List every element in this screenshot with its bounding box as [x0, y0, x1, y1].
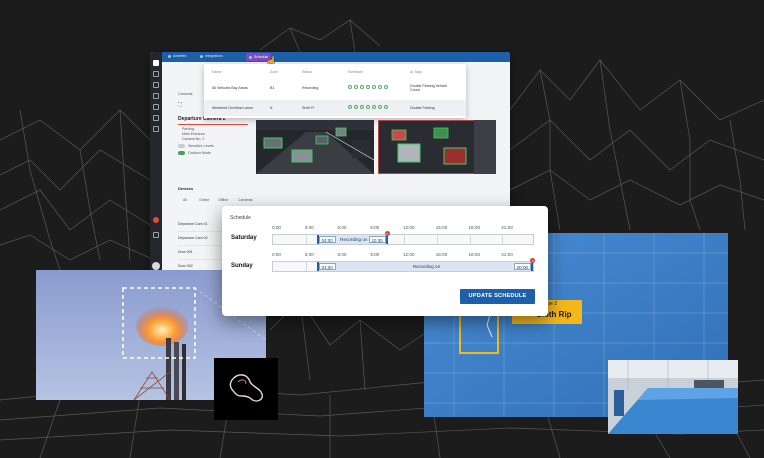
avatar[interactable] [152, 262, 160, 270]
dropdown-header: Name Zone Status Schedule AI Tags [212, 70, 422, 74]
time-label: 12:00 [403, 225, 415, 230]
camera-icon[interactable] [153, 71, 159, 77]
hour-tick [305, 262, 307, 271]
time-label: 21:00 [501, 252, 513, 257]
remove-block-icon[interactable]: × [529, 258, 535, 263]
home-icon[interactable] [153, 60, 159, 66]
time-label: 12:00 [403, 252, 415, 257]
schedule-card: Schedule 0:00 3:00 6:00 9:00 12:00 15:00… [222, 206, 548, 316]
table-row[interactable]: Door 001 [178, 246, 222, 260]
sidebar [150, 52, 162, 284]
schedule-block[interactable]: 04:00 Recording on 00:00 × [316, 258, 535, 271]
toggle-label-1: Sensitive Levels [188, 144, 214, 148]
settings-icon[interactable] [153, 126, 159, 132]
day-label-sunday: Sunday [231, 263, 253, 269]
schedule-track-sunday[interactable]: 04:00 Recording on 00:00 × [272, 258, 535, 272]
time-label: 6:00 [337, 225, 347, 230]
time-label: 9:00 [370, 225, 380, 230]
time-label: 21:00 [501, 225, 513, 230]
time-label: 9:00 [370, 252, 380, 257]
list-icon[interactable] [153, 104, 159, 110]
panel-meta-3: Camera No. 2 [182, 137, 205, 141]
toggle-label-2: Outdoor Mode [188, 151, 211, 155]
device-tab-offline[interactable]: Offline [218, 198, 228, 202]
end-time-chip[interactable]: 10:30 [368, 236, 386, 243]
panel-meta-1: Parking [182, 127, 195, 131]
camera-glyph: ⛶ [178, 102, 182, 108]
day-label-saturday: Saturday [231, 235, 257, 241]
tab-integrations[interactable]: Integrations [200, 54, 223, 58]
dropdown-row[interactable]: All Vehicles Bay Areas B1 Recording Doub… [204, 82, 466, 96]
top-tab-bar: Activities Integrations Schedule ☝ [162, 52, 510, 68]
device-tab-cameras[interactable]: Cameras [238, 198, 253, 202]
time-label: 18:00 [468, 225, 481, 230]
weekday-dots [348, 105, 390, 110]
status-label: Recording on [340, 237, 368, 242]
time-label: 0:00 [272, 225, 281, 230]
schedule-title: Schedule [230, 215, 251, 221]
status-label: Recording on [412, 264, 441, 269]
devices-title: Devices [178, 186, 194, 191]
camera-feed-1[interactable] [256, 120, 374, 174]
tab-activities[interactable]: Activities [168, 54, 186, 58]
weekday-dots [348, 85, 390, 90]
camera-feed-2[interactable] [378, 120, 496, 174]
alert-icon[interactable] [153, 217, 159, 223]
toggle-outdoor[interactable] [178, 151, 185, 155]
time-label: 3:00 [304, 225, 314, 230]
tools-icon[interactable] [153, 93, 159, 99]
device-tab-all[interactable]: All [183, 198, 187, 202]
hour-tick [305, 235, 307, 244]
time-label: 15:00 [435, 225, 448, 230]
remove-block-icon[interactable]: × [384, 231, 390, 236]
time-label: 3:00 [304, 252, 314, 257]
panel-meta-2: Main Entrance [182, 132, 206, 136]
breadcrumb[interactable]: Cameras [178, 92, 193, 96]
toggle-sensitive[interactable] [178, 144, 185, 148]
hour-tick [436, 235, 438, 244]
start-time-chip[interactable]: 04:00 [318, 236, 336, 243]
table-row[interactable]: Departure Cam 02 [178, 232, 222, 246]
schedule-track-saturday[interactable]: 04:00 Recording on 10:30 × [272, 231, 534, 245]
schedule-dropdown: Name Zone Status Schedule AI Tags All Ve… [204, 64, 466, 118]
chart-icon[interactable] [153, 115, 159, 121]
flame-mask-inset [214, 358, 278, 420]
end-time-chip[interactable]: 00:00 [513, 263, 531, 270]
schedule-block[interactable]: 04:00 Recording on 10:30 × [316, 231, 390, 244]
start-time-chip[interactable]: 04:00 [318, 263, 336, 270]
hour-tick [502, 235, 504, 244]
update-schedule-button[interactable]: UPDATE SCHEDULE [460, 289, 535, 304]
hour-tick [469, 235, 471, 244]
time-label: 15:00 [435, 252, 448, 257]
device-tab-online[interactable]: Online [199, 198, 209, 202]
time-label: 18:00 [468, 252, 481, 257]
time-label: 6:00 [337, 252, 347, 257]
table-row[interactable]: Departure Cam 01 [178, 218, 222, 232]
help-icon[interactable] [153, 232, 159, 238]
grid-icon[interactable] [153, 82, 159, 88]
factory-conveyor-inset [608, 360, 738, 434]
hour-tick [404, 235, 405, 244]
dropdown-row[interactable]: Weekend Overflow Lanes A Sixth Fl Double… [204, 100, 466, 116]
time-label: 0:00 [272, 252, 281, 257]
